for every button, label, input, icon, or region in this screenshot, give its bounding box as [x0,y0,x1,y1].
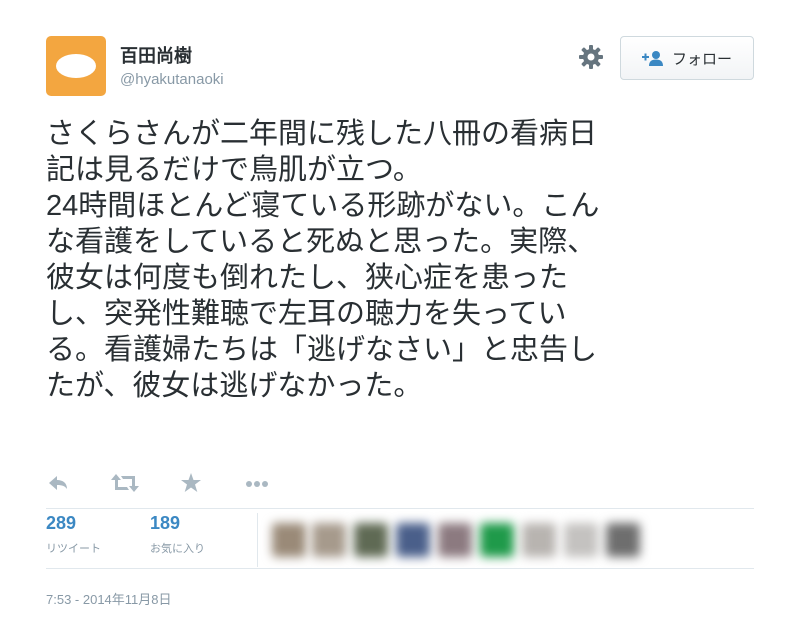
favoriter-avatar[interactable] [272,523,306,557]
retweet-count-label: リツイート [46,543,101,555]
divider [257,513,258,567]
favoriter-avatar[interactable] [606,523,640,557]
tweet-header: 百田尚樹 @hyakutanaoki フォロー [46,36,754,96]
favorite-icon[interactable] [180,470,202,496]
favoriter-avatar[interactable] [354,523,388,557]
favorite-count[interactable]: 189 お気に入り [150,513,205,556]
add-user-icon [641,51,663,66]
divider [46,568,754,569]
egg-avatar-icon [56,54,96,78]
favoriter-avatars [272,523,672,559]
tweet-timestamp[interactable]: 7:53 - 2014年11月8日 [46,589,172,608]
favorite-count-label: お気に入り [150,543,205,555]
retweet-count-value: 289 [46,513,77,533]
favoriter-avatar[interactable] [564,523,598,557]
user-handle[interactable]: @hyakutanaoki [120,71,224,88]
follow-button[interactable]: フォロー [620,36,754,80]
divider [46,508,754,509]
favoriter-avatar[interactable] [480,523,514,557]
gear-icon[interactable] [578,44,604,70]
reply-icon[interactable] [46,470,70,496]
tweet-actions [46,470,306,496]
favoriter-avatar[interactable] [522,523,556,557]
follow-label: フォロー [671,50,732,68]
favoriter-avatar[interactable] [312,523,346,557]
more-icon[interactable] [244,470,270,496]
display-name[interactable]: 百田尚樹 [120,42,192,68]
tweet-stats: 289 リツイート 189 お気に入り [46,513,754,567]
favoriter-avatar[interactable] [438,523,472,557]
retweet-count[interactable]: 289 リツイート [46,513,101,556]
avatar[interactable] [46,36,106,96]
tweet-text: さくらさんが二年間に残した八冊の看病日 記は見るだけで鳥肌が立つ。 24時間ほと… [46,118,600,402]
favoriter-avatar[interactable] [396,523,430,557]
favorite-count-value: 189 [150,513,181,533]
retweet-icon[interactable] [110,470,140,496]
